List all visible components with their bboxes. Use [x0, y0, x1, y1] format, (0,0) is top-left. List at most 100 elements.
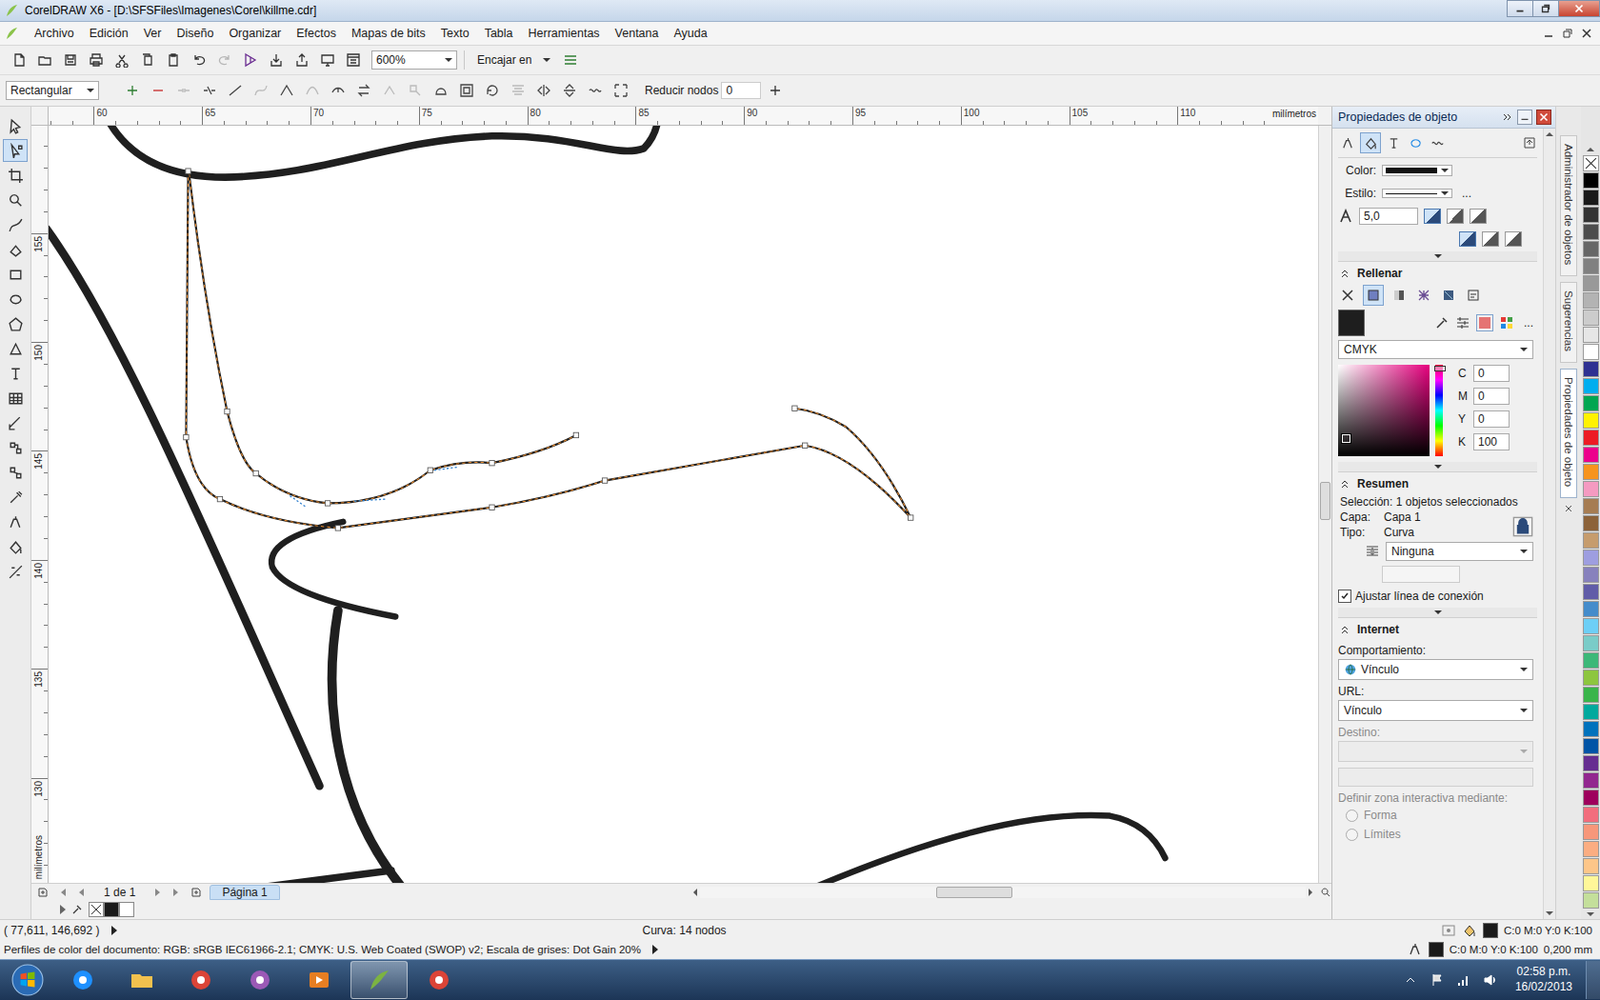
tool-button[interactable] — [2, 188, 28, 212]
expand-button[interactable] — [1338, 461, 1538, 473]
toolbar-button[interactable] — [290, 48, 314, 72]
node-handle[interactable] — [224, 408, 230, 414]
more-button[interactable]: ... — [1458, 186, 1476, 200]
palette-swatch[interactable] — [1582, 652, 1600, 669]
hue-slider[interactable] — [1435, 364, 1443, 457]
toolbar-button[interactable] — [33, 48, 57, 72]
node-handle[interactable] — [253, 470, 259, 476]
node-tool-button[interactable] — [480, 79, 504, 102]
no-color-swatch[interactable] — [88, 901, 104, 918]
curve[interactable] — [48, 228, 320, 786]
node-tool-button[interactable] — [532, 79, 556, 102]
url-dropdown[interactable]: Vínculo — [1338, 700, 1534, 721]
add-page-icon[interactable] — [190, 886, 202, 899]
next-page-icon[interactable] — [152, 886, 164, 899]
tool-button[interactable] — [2, 287, 28, 311]
tool-button[interactable] — [2, 386, 28, 410]
clock[interactable]: 02:58 p.m. 16/02/2013 — [1505, 964, 1582, 995]
palette-swatch[interactable] — [1582, 772, 1600, 789]
docker-tab[interactable]: Administrador de objetos — [1560, 135, 1578, 277]
fill-type-button[interactable] — [1414, 285, 1434, 305]
menu-item[interactable]: Ayuda — [667, 24, 715, 42]
palette-swatch[interactable] — [1582, 892, 1600, 909]
channel-field[interactable]: 100 — [1473, 433, 1510, 451]
minimize-button[interactable] — [1506, 0, 1534, 18]
summary-section-header[interactable]: Resumen — [1338, 474, 1538, 494]
node-tool-button[interactable] — [198, 79, 221, 102]
color-field[interactable] — [1338, 364, 1430, 457]
curve[interactable] — [185, 171, 911, 529]
node-tool-button[interactable] — [506, 79, 530, 102]
node-tool-button[interactable] — [558, 79, 581, 102]
palette-swatch[interactable] — [1582, 360, 1600, 378]
tool-button[interactable] — [2, 238, 28, 261]
menu-item[interactable]: Organizar — [222, 24, 289, 42]
node-tool-button[interactable] — [352, 79, 376, 102]
palette-swatch[interactable] — [1582, 532, 1600, 549]
taskbar-app[interactable] — [411, 961, 467, 999]
eyedropper-icon[interactable] — [71, 903, 83, 916]
docker-tab[interactable]: Propiedades de objeto — [1560, 368, 1578, 499]
collapse-icon[interactable] — [1501, 111, 1514, 123]
palette-swatch[interactable] — [1582, 823, 1600, 840]
cap-button[interactable] — [1459, 231, 1477, 247]
cap-button[interactable] — [1481, 231, 1500, 247]
node-handle[interactable] — [335, 525, 340, 531]
node-tool-button[interactable] — [249, 79, 273, 102]
menu-item[interactable]: Diseño — [170, 24, 221, 42]
palette-swatch[interactable] — [1582, 858, 1600, 875]
tool-button[interactable] — [2, 262, 28, 286]
node-tool-button[interactable] — [172, 79, 196, 102]
hotspot-radio[interactable]: Límites — [1338, 825, 1538, 843]
tool-button[interactable] — [2, 560, 28, 583]
restore-icon[interactable] — [1561, 27, 1574, 40]
node-tool-button[interactable] — [455, 79, 479, 102]
tool-button[interactable] — [2, 460, 28, 484]
node-handle[interactable] — [792, 405, 798, 411]
palette-swatch[interactable] — [1582, 343, 1600, 360]
curve[interactable] — [271, 521, 396, 618]
property-tab[interactable] — [1360, 132, 1381, 154]
color-viewer-icon[interactable] — [1476, 314, 1494, 332]
palette-swatch[interactable] — [1582, 720, 1600, 738]
start-button[interactable] — [3, 961, 52, 999]
volume-icon[interactable] — [1482, 972, 1499, 988]
menu-item[interactable]: Ventana — [609, 24, 667, 42]
text-wrap-dropdown[interactable]: Ninguna — [1385, 541, 1534, 561]
node-handle[interactable] — [185, 168, 191, 174]
palette-swatch[interactable] — [1582, 429, 1600, 446]
palette-swatch[interactable] — [1582, 292, 1600, 309]
taskbar-app[interactable] — [291, 961, 347, 999]
curve[interactable] — [110, 125, 658, 178]
toolbar-button[interactable] — [110, 48, 134, 72]
tool-button[interactable] — [2, 213, 28, 237]
node-tool-button[interactable] — [275, 79, 299, 102]
close-icon[interactable] — [1580, 27, 1593, 40]
control-handles[interactable] — [288, 467, 458, 507]
menu-item[interactable]: Tabla — [479, 24, 521, 42]
color-swatch[interactable] — [119, 901, 135, 918]
fill-type-button[interactable] — [1362, 284, 1384, 306]
menu-item[interactable]: Archivo — [28, 24, 82, 42]
checkbox[interactable] — [1338, 589, 1352, 603]
node-tool-button[interactable] — [120, 79, 144, 102]
apply-icon[interactable] — [767, 82, 783, 99]
scroll-thumb[interactable] — [1320, 481, 1331, 520]
no-color-swatch[interactable] — [1582, 155, 1600, 172]
menu-item[interactable]: Edición — [83, 24, 137, 42]
options-icon[interactable] — [562, 52, 579, 68]
node-tool-button[interactable] — [326, 79, 350, 102]
minimize-icon[interactable] — [1517, 109, 1533, 125]
adjust-connector-checkbox[interactable]: Ajustar línea de conexión — [1338, 586, 1538, 606]
palette-swatch[interactable] — [1582, 583, 1600, 600]
tool-button[interactable] — [2, 337, 28, 360]
node-tool-button[interactable] — [146, 79, 170, 102]
curve[interactable] — [815, 815, 1165, 883]
add-page-icon[interactable] — [37, 886, 49, 899]
taskbar-app[interactable] — [173, 961, 229, 999]
property-tab[interactable] — [1383, 133, 1403, 153]
menu-item[interactable]: Ver — [138, 24, 170, 42]
close-icon[interactable] — [1563, 503, 1574, 514]
fill-type-button[interactable] — [1338, 285, 1358, 305]
palette-swatch[interactable] — [1582, 566, 1600, 583]
